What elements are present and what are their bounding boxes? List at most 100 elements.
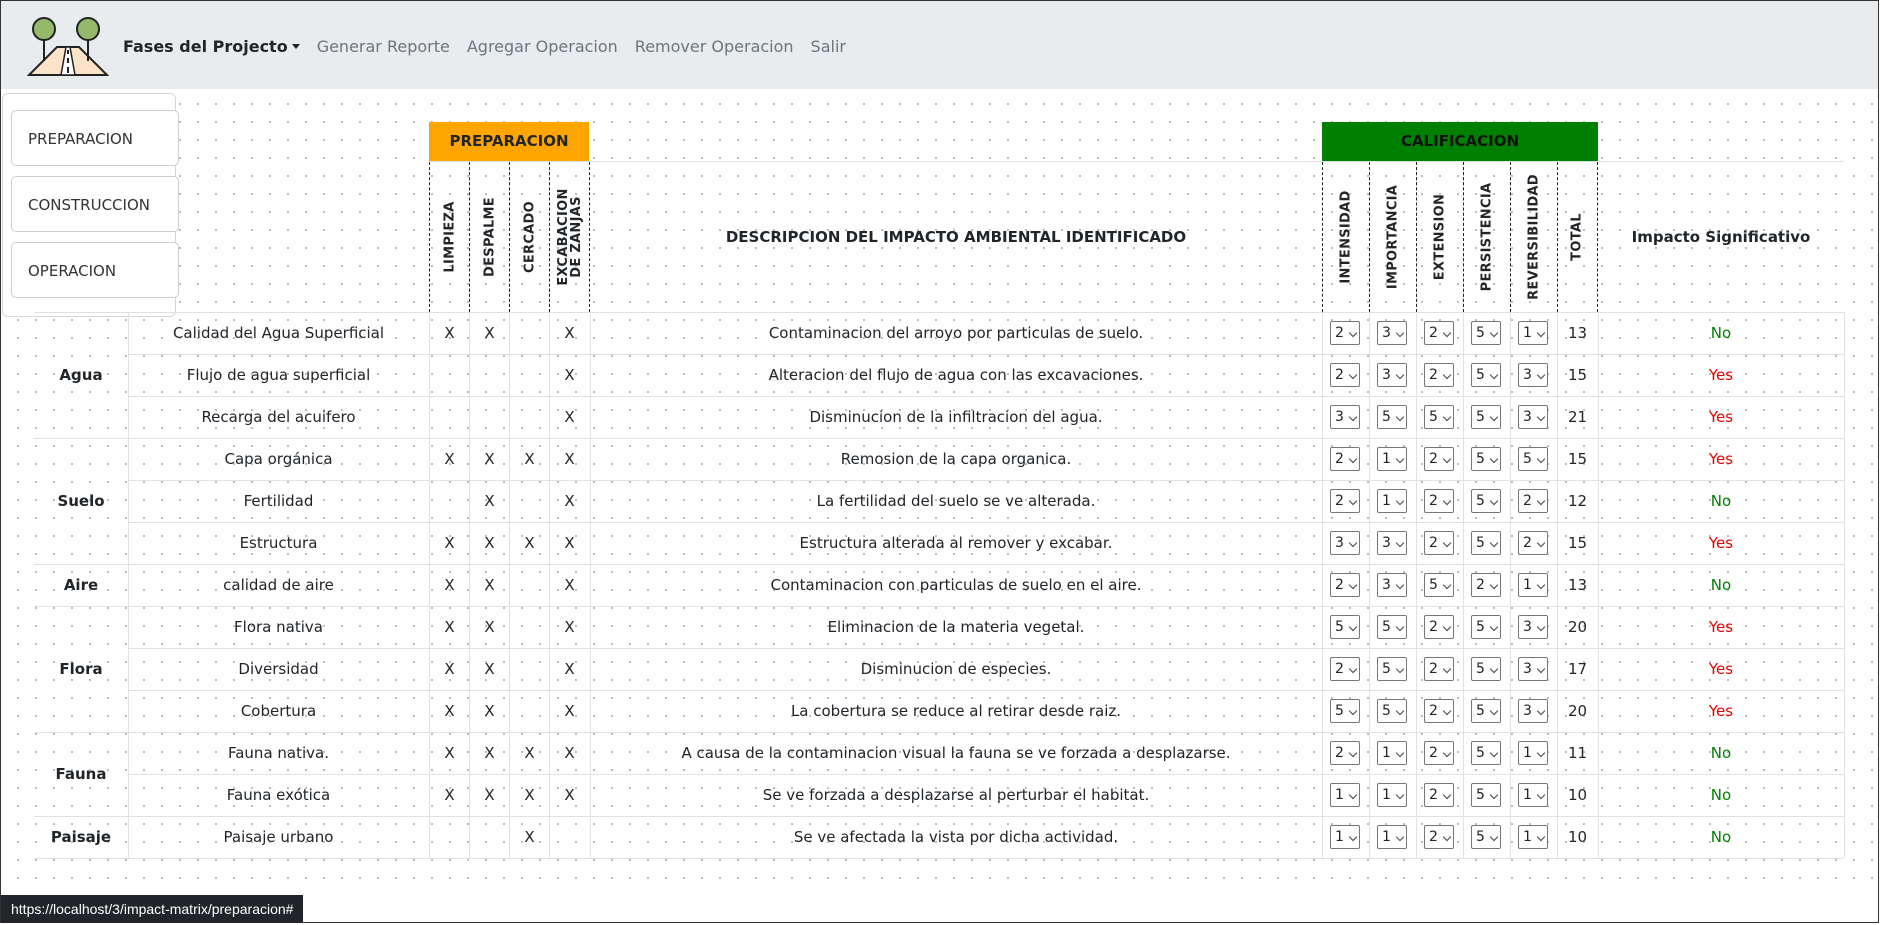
rating-select[interactable]: 5: [1471, 741, 1501, 765]
rating-select[interactable]: 1: [1518, 741, 1548, 765]
rating-select[interactable]: 2: [1424, 615, 1454, 639]
rating-value: 3: [1382, 577, 1391, 593]
rating-select[interactable]: 5: [1377, 657, 1407, 681]
rating-select[interactable]: 1: [1330, 825, 1360, 849]
rating-select[interactable]: 2: [1424, 825, 1454, 849]
rating-select[interactable]: 3: [1377, 573, 1407, 597]
rating-select[interactable]: 3: [1518, 363, 1548, 387]
factor-cell: Paisaje urbano: [223, 828, 334, 846]
rating-select[interactable]: 2: [1330, 447, 1360, 471]
add-operation-link[interactable]: Agregar Operacion: [467, 37, 618, 56]
rating-select[interactable]: 3: [1518, 699, 1548, 723]
logout-link[interactable]: Salir: [811, 37, 846, 56]
navbar: Fases del Projecto Generar Reporte Agreg…: [1, 1, 1878, 89]
total-cell: 21: [1567, 408, 1588, 426]
chevron-down-icon: [1395, 664, 1405, 674]
status-bar-url: https://localhost/3/impact-matrix/prepar…: [1, 895, 304, 923]
rating-select[interactable]: 5: [1377, 615, 1407, 639]
rating-select[interactable]: 1: [1518, 321, 1548, 345]
total-cell: 15: [1567, 534, 1588, 552]
rating-select[interactable]: 2: [1330, 489, 1360, 513]
activity-mark: [509, 648, 550, 690]
impact-significant-value: Yes: [1708, 450, 1734, 468]
rating-select[interactable]: 1: [1377, 783, 1407, 807]
rating-select[interactable]: 5: [1424, 573, 1454, 597]
phase-construccion-button[interactable]: CONSTRUCCION: [11, 176, 179, 232]
rating-select[interactable]: 5: [1424, 405, 1454, 429]
rating-select[interactable]: 5: [1471, 657, 1501, 681]
column-divider: [1463, 312, 1464, 858]
rating-select[interactable]: 2: [1518, 531, 1548, 555]
rating-select[interactable]: 2: [1424, 699, 1454, 723]
rating-select[interactable]: 1: [1518, 825, 1548, 849]
rating-select[interactable]: 5: [1471, 825, 1501, 849]
rating-select[interactable]: 5: [1471, 615, 1501, 639]
rating-select[interactable]: 1: [1377, 447, 1407, 471]
rating-select[interactable]: 2: [1330, 573, 1360, 597]
impact-description: Contaminacion del arroyo por particulas …: [768, 324, 1144, 342]
rating-select[interactable]: 1: [1377, 741, 1407, 765]
col-extension: EXTENSION: [1416, 162, 1464, 312]
chevron-down-icon: [1348, 748, 1358, 758]
chevron-down-icon: [1395, 370, 1405, 380]
rating-select[interactable]: 3: [1330, 531, 1360, 555]
remove-operation-link[interactable]: Remover Operacion: [635, 37, 794, 56]
rating-select[interactable]: 5: [1471, 783, 1501, 807]
activity-mark: X: [484, 618, 495, 636]
rating-select[interactable]: 1: [1330, 783, 1360, 807]
rating-value: 2: [1429, 829, 1438, 845]
rating-select[interactable]: 5: [1471, 363, 1501, 387]
rating-select[interactable]: 3: [1377, 363, 1407, 387]
chevron-down-icon: [1536, 412, 1546, 422]
activity-mark: X: [444, 786, 455, 804]
rating-select[interactable]: 2: [1424, 741, 1454, 765]
rating-select[interactable]: 3: [1330, 405, 1360, 429]
rating-value: 2: [1335, 451, 1344, 467]
chevron-down-icon: [1489, 370, 1499, 380]
rating-select[interactable]: 3: [1518, 405, 1548, 429]
phases-dropdown[interactable]: Fases del Projecto: [123, 37, 300, 56]
rating-select[interactable]: 2: [1424, 447, 1454, 471]
phase-preparacion-button[interactable]: PREPARACION: [11, 110, 179, 166]
rating-select[interactable]: 3: [1377, 321, 1407, 345]
rating-select[interactable]: 5: [1330, 615, 1360, 639]
phase-operacion-button[interactable]: OPERACION: [11, 242, 179, 298]
rating-select[interactable]: 5: [1377, 699, 1407, 723]
rating-select[interactable]: 3: [1518, 615, 1548, 639]
rating-value: 3: [1382, 535, 1391, 551]
rating-select[interactable]: 2: [1518, 489, 1548, 513]
rating-select[interactable]: 5: [1471, 699, 1501, 723]
generate-report-link[interactable]: Generar Reporte: [317, 37, 450, 56]
rating-select[interactable]: 2: [1424, 321, 1454, 345]
rating-select[interactable]: 2: [1424, 363, 1454, 387]
rating-select[interactable]: 5: [1471, 321, 1501, 345]
rating-select[interactable]: 2: [1424, 657, 1454, 681]
rating-select[interactable]: 1: [1518, 573, 1548, 597]
category-label: Agua: [59, 366, 103, 384]
rating-select[interactable]: 1: [1377, 825, 1407, 849]
rating-select[interactable]: 2: [1471, 573, 1501, 597]
rating-select[interactable]: 2: [1330, 657, 1360, 681]
rating-select[interactable]: 5: [1471, 447, 1501, 471]
chevron-down-icon: [1442, 790, 1452, 800]
rating-select[interactable]: 2: [1330, 741, 1360, 765]
rating-select[interactable]: 1: [1518, 783, 1548, 807]
logo-road-trees-icon[interactable]: [27, 17, 109, 77]
rating-select[interactable]: 3: [1518, 657, 1548, 681]
rating-select[interactable]: 5: [1377, 405, 1407, 429]
rating-select[interactable]: 5: [1471, 531, 1501, 555]
rating-select[interactable]: 2: [1424, 489, 1454, 513]
rating-select[interactable]: 5: [1471, 489, 1501, 513]
rating-select[interactable]: 1: [1377, 489, 1407, 513]
rating-select[interactable]: 5: [1330, 699, 1360, 723]
activity-mark: X: [484, 324, 495, 342]
rating-select[interactable]: 5: [1471, 405, 1501, 429]
rating-select[interactable]: 2: [1424, 531, 1454, 555]
category-label: Paisaje: [50, 828, 112, 846]
rating-select[interactable]: 2: [1330, 321, 1360, 345]
rating-select[interactable]: 5: [1518, 447, 1548, 471]
rating-select[interactable]: 2: [1424, 783, 1454, 807]
rating-select[interactable]: 2: [1330, 363, 1360, 387]
rating-select[interactable]: 3: [1377, 531, 1407, 555]
col-limpieza: LIMPIEZA: [429, 162, 470, 312]
